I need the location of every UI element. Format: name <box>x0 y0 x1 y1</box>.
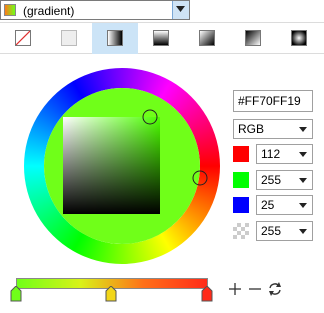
vertical-gradient-icon <box>153 30 169 46</box>
linear-gradient-icon <box>107 30 123 46</box>
remove-stop-button[interactable] <box>246 280 264 298</box>
blue-channel-input[interactable]: 25 <box>256 195 313 215</box>
chevron-down-icon <box>299 203 307 208</box>
solid-fill-icon <box>61 30 77 46</box>
reflected-gradient-button[interactable] <box>230 23 276 54</box>
color-model-value: RGB <box>238 122 265 136</box>
radial-gradient-button[interactable] <box>276 23 322 54</box>
gradient-stop[interactable] <box>201 285 213 302</box>
fill-type-swatch <box>4 4 16 16</box>
color-wheel[interactable] <box>22 66 222 266</box>
alpha-channel-input[interactable]: 255 <box>256 221 313 241</box>
alpha-channel-swatch <box>233 223 249 239</box>
gradient-stop[interactable] <box>10 285 22 302</box>
no-fill-icon <box>15 30 31 46</box>
color-model-dropdown[interactable]: RGB <box>233 119 313 139</box>
diagonal-gradient-icon <box>199 30 215 46</box>
alpha-value: 255 <box>261 224 282 238</box>
fill-type-label: (gradient) <box>23 4 75 18</box>
reflected-gradient-icon <box>245 30 261 46</box>
plus-icon <box>229 283 241 295</box>
dropdown-button[interactable] <box>172 1 189 19</box>
chevron-down-icon <box>299 229 307 234</box>
blue-value: 25 <box>261 198 275 212</box>
green-value: 255 <box>261 173 282 187</box>
chevron-down-icon <box>299 178 307 183</box>
green-channel-swatch <box>233 172 249 188</box>
chevron-down-icon <box>176 6 185 12</box>
gradient-stop[interactable] <box>105 285 117 302</box>
fill-type-dropdown[interactable]: (gradient) <box>0 0 190 20</box>
reverse-gradient-button[interactable] <box>266 280 284 298</box>
add-stop-button[interactable] <box>226 280 244 298</box>
refresh-icon <box>269 282 281 296</box>
red-channel-swatch <box>233 146 249 162</box>
red-channel-input[interactable]: 112 <box>256 144 313 164</box>
green-channel-input[interactable]: 255 <box>256 170 313 190</box>
chevron-down-icon <box>299 127 307 132</box>
hex-input[interactable]: #FF70FF19 <box>233 90 313 112</box>
minus-icon <box>249 288 261 290</box>
red-value: 112 <box>261 147 281 161</box>
fill-type-toolbar <box>0 22 324 54</box>
vertical-gradient-button[interactable] <box>138 23 184 54</box>
blue-channel-swatch <box>233 197 249 213</box>
chevron-down-icon <box>299 152 307 157</box>
linear-gradient-button[interactable] <box>92 23 138 54</box>
radial-gradient-icon <box>291 30 307 46</box>
no-fill-button[interactable] <box>0 23 46 54</box>
solid-fill-button[interactable] <box>46 23 92 54</box>
diagonal-gradient-button[interactable] <box>184 23 230 54</box>
hue-ring[interactable] <box>22 66 222 266</box>
